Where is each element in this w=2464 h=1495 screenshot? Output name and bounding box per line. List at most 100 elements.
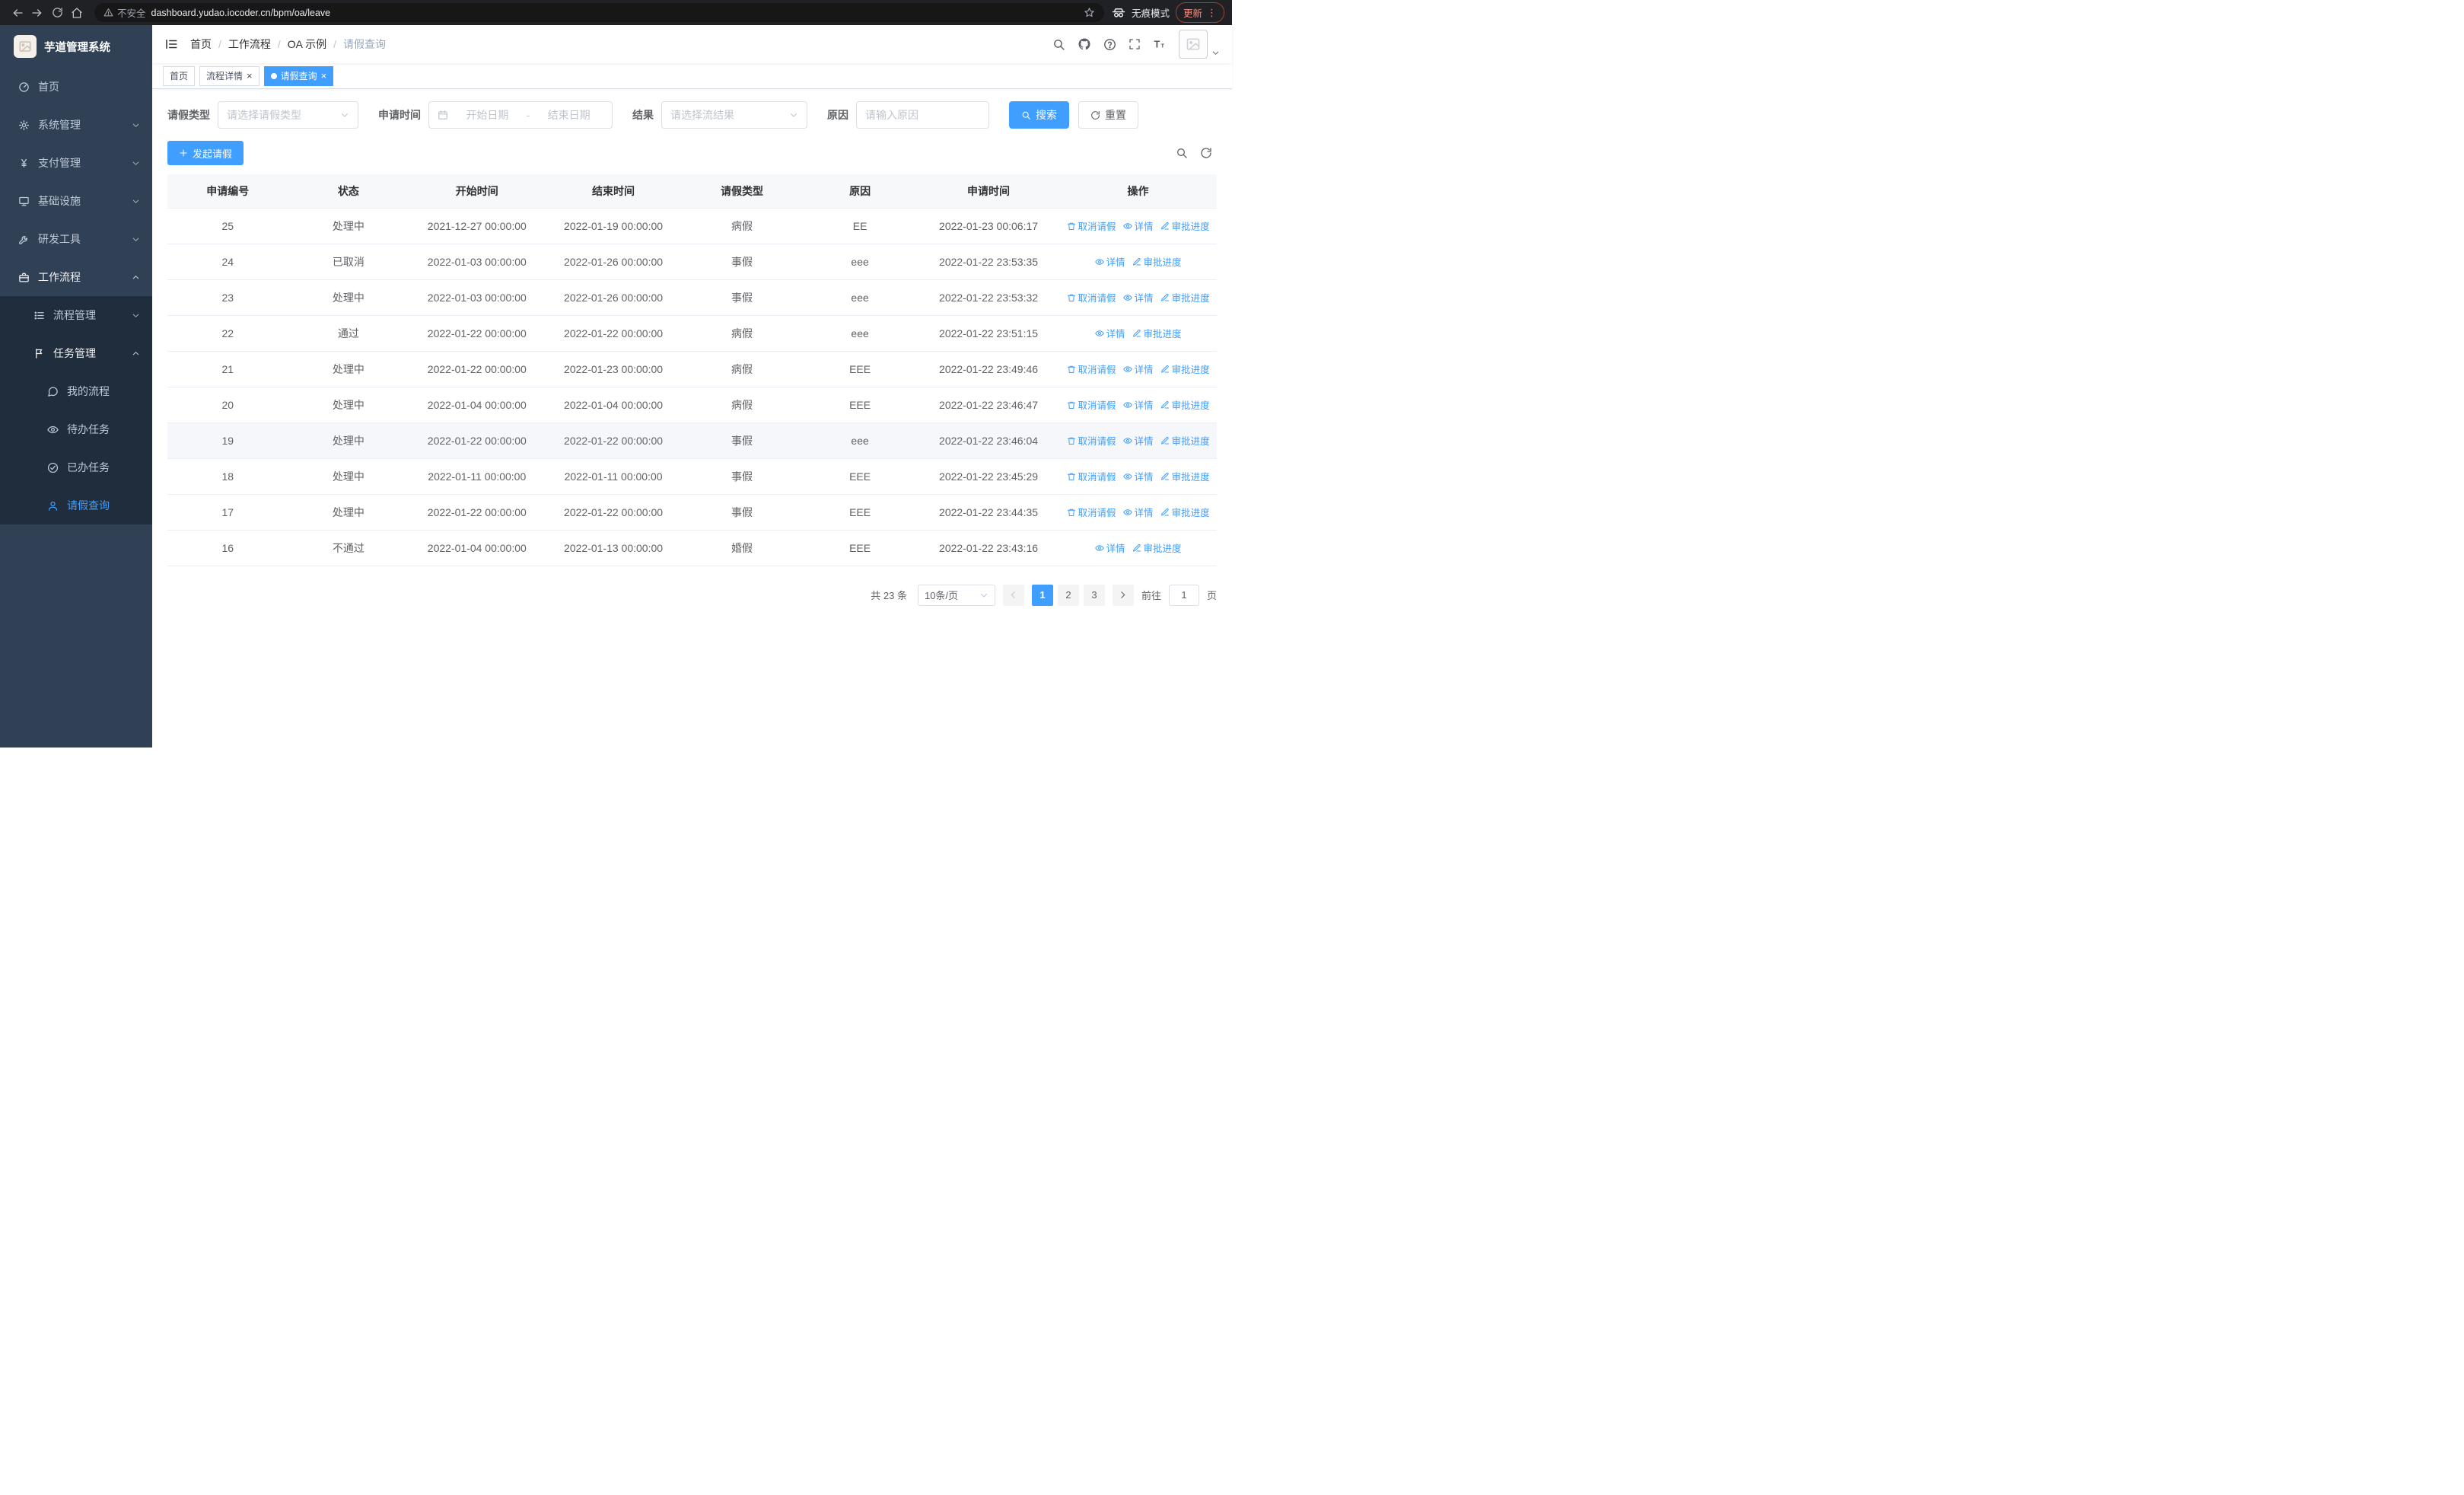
op-progress-button[interactable]: 审批进度: [1160, 290, 1210, 304]
user-menu[interactable]: [1179, 30, 1220, 59]
sidebar-item-briefcase[interactable]: 工作流程: [0, 258, 152, 296]
page-button-1[interactable]: 1: [1031, 584, 1053, 606]
tab-首页[interactable]: 首页: [163, 65, 196, 86]
search-button[interactable]: 搜索: [1009, 101, 1069, 129]
apply-time-range-picker[interactable]: 开始日期 - 结束日期: [428, 101, 613, 129]
tab-流程详情[interactable]: 流程详情 ×: [199, 65, 259, 86]
op-detail-button[interactable]: 详情: [1122, 290, 1154, 304]
page-button-2[interactable]: 2: [1057, 584, 1079, 606]
refresh-table-icon[interactable]: [1200, 147, 1212, 159]
op-progress-button[interactable]: 审批进度: [1132, 326, 1182, 340]
create-leave-button[interactable]: 发起请假: [167, 141, 244, 165]
sidebar-item-flag[interactable]: 任务管理: [0, 334, 152, 372]
sidebar-item-list[interactable]: 流程管理: [0, 296, 152, 334]
op-cancel-button[interactable]: 取消请假: [1067, 362, 1116, 376]
cell-id: 20: [167, 387, 288, 423]
header-search-icon[interactable]: [1052, 38, 1065, 51]
page-button-3[interactable]: 3: [1083, 584, 1105, 606]
table-row: 22 通过 2022-01-22 00:00:00 2022-01-22 00:00:…: [167, 315, 1217, 352]
op-progress-button[interactable]: 审批进度: [1160, 469, 1210, 483]
op-detail-button[interactable]: 详情: [1122, 218, 1154, 233]
op-detail-button[interactable]: 详情: [1122, 362, 1154, 376]
tab-label: 请假查询: [280, 71, 317, 81]
sidebar-collapse-icon[interactable]: [164, 37, 178, 51]
font-size-icon[interactable]: TT: [1153, 37, 1167, 51]
op-progress-button[interactable]: 审批进度: [1160, 218, 1210, 233]
sidebar-item-label: 流程管理: [53, 309, 96, 321]
sidebar-item-tool[interactable]: 研发工具: [0, 220, 152, 258]
breadcrumb: 首页 / 工作流程 / OA 示例 / 请假查询: [190, 37, 386, 52]
op-cancel-button[interactable]: 取消请假: [1067, 397, 1116, 412]
reload-icon[interactable]: [47, 3, 67, 23]
breadcrumb-item[interactable]: OA 示例: [288, 37, 326, 52]
sidebar-item-gear[interactable]: 系统管理: [0, 106, 152, 144]
address-bar[interactable]: 不安全 dashboard.yudao.iocoder.cn/bpm/oa/le…: [94, 3, 1104, 22]
op-detail-button[interactable]: 详情: [1122, 397, 1154, 412]
home-icon[interactable]: [67, 3, 87, 23]
sidebar-logo[interactable]: 芋道管理系统: [0, 25, 152, 68]
forward-icon[interactable]: [27, 3, 47, 23]
sidebar-item-yen[interactable]: 支付管理: [0, 144, 152, 182]
chrome-update-button[interactable]: 更新 ⋮: [1175, 2, 1224, 23]
column-header: 申请时间: [917, 174, 1060, 209]
op-cancel-button[interactable]: 取消请假: [1067, 469, 1116, 483]
fullscreen-icon[interactable]: [1129, 38, 1141, 50]
sidebar-item-check-circle[interactable]: 已办任务: [0, 448, 152, 486]
cell-end: 2022-01-26 00:00:00: [545, 244, 682, 280]
cell-operations: 取消请假 详情 审批进度: [1059, 422, 1217, 459]
sidebar-item-chat[interactable]: 我的流程: [0, 372, 152, 410]
help-icon[interactable]: [1103, 38, 1116, 51]
breadcrumb-item[interactable]: 工作流程: [228, 37, 271, 52]
cell-status: 不通过: [288, 530, 409, 566]
op-progress-button[interactable]: 审批进度: [1132, 254, 1182, 269]
sidebar-item-label: 系统管理: [38, 119, 81, 131]
github-icon[interactable]: [1078, 37, 1091, 51]
chrome-menu-icon[interactable]: ⋮: [1207, 7, 1217, 19]
refresh-icon: [1090, 110, 1100, 120]
flag-icon: [30, 348, 47, 359]
reset-button[interactable]: 重置: [1078, 101, 1138, 129]
leave-type-label: 请假类型: [167, 109, 210, 121]
op-progress-button[interactable]: 审批进度: [1160, 397, 1210, 412]
tab-label: 流程详情: [206, 71, 244, 81]
page-size-select[interactable]: 10条/页: [917, 584, 995, 606]
breadcrumb-item[interactable]: 首页: [190, 37, 212, 52]
tab-请假查询[interactable]: 请假查询 ×: [263, 65, 334, 86]
back-icon[interactable]: [8, 3, 27, 23]
plus-icon: [179, 148, 188, 158]
sidebar-item-user[interactable]: 请假查询: [0, 486, 152, 524]
next-page-button[interactable]: [1112, 584, 1134, 606]
op-progress-button[interactable]: 审批进度: [1160, 505, 1210, 519]
trash-icon: [1067, 436, 1076, 445]
op-cancel-button[interactable]: 取消请假: [1067, 505, 1116, 519]
close-icon[interactable]: ×: [247, 71, 253, 81]
sidebar-item-eye[interactable]: 待办任务: [0, 410, 152, 448]
op-cancel-button[interactable]: 取消请假: [1067, 290, 1116, 304]
op-detail-button[interactable]: 详情: [1094, 254, 1125, 269]
result-select[interactable]: 请选择流结果: [661, 101, 807, 129]
avatar[interactable]: [1179, 30, 1208, 59]
breadcrumb-separator: /: [333, 38, 337, 50]
reason-input[interactable]: 请输入原因: [856, 101, 989, 129]
goto-page-input[interactable]: [1168, 584, 1199, 606]
op-progress-button[interactable]: 审批进度: [1132, 540, 1182, 555]
op-cancel-button[interactable]: 取消请假: [1067, 433, 1116, 448]
op-detail-button[interactable]: 详情: [1094, 326, 1125, 340]
sidebar-item-monitor[interactable]: 基础设施: [0, 182, 152, 220]
toggle-search-icon[interactable]: [1176, 147, 1188, 159]
chevron-down-icon: [132, 311, 140, 320]
op-detail-button[interactable]: 详情: [1122, 505, 1154, 519]
sidebar-item-dashboard[interactable]: 首页: [0, 68, 152, 106]
prev-page-button[interactable]: [1002, 584, 1024, 606]
op-detail-button[interactable]: 详情: [1122, 433, 1154, 448]
close-icon[interactable]: ×: [321, 71, 327, 81]
op-cancel-button[interactable]: 取消请假: [1067, 218, 1116, 233]
op-progress-button[interactable]: 审批进度: [1160, 362, 1210, 376]
cell-reason: EEE: [802, 351, 918, 387]
edit-icon: [1132, 543, 1141, 553]
leave-type-select[interactable]: 请选择请假类型: [218, 101, 358, 129]
op-progress-button[interactable]: 审批进度: [1160, 433, 1210, 448]
op-detail-button[interactable]: 详情: [1094, 540, 1125, 555]
op-detail-button[interactable]: 详情: [1122, 469, 1154, 483]
bookmark-star-icon[interactable]: [1084, 7, 1095, 18]
